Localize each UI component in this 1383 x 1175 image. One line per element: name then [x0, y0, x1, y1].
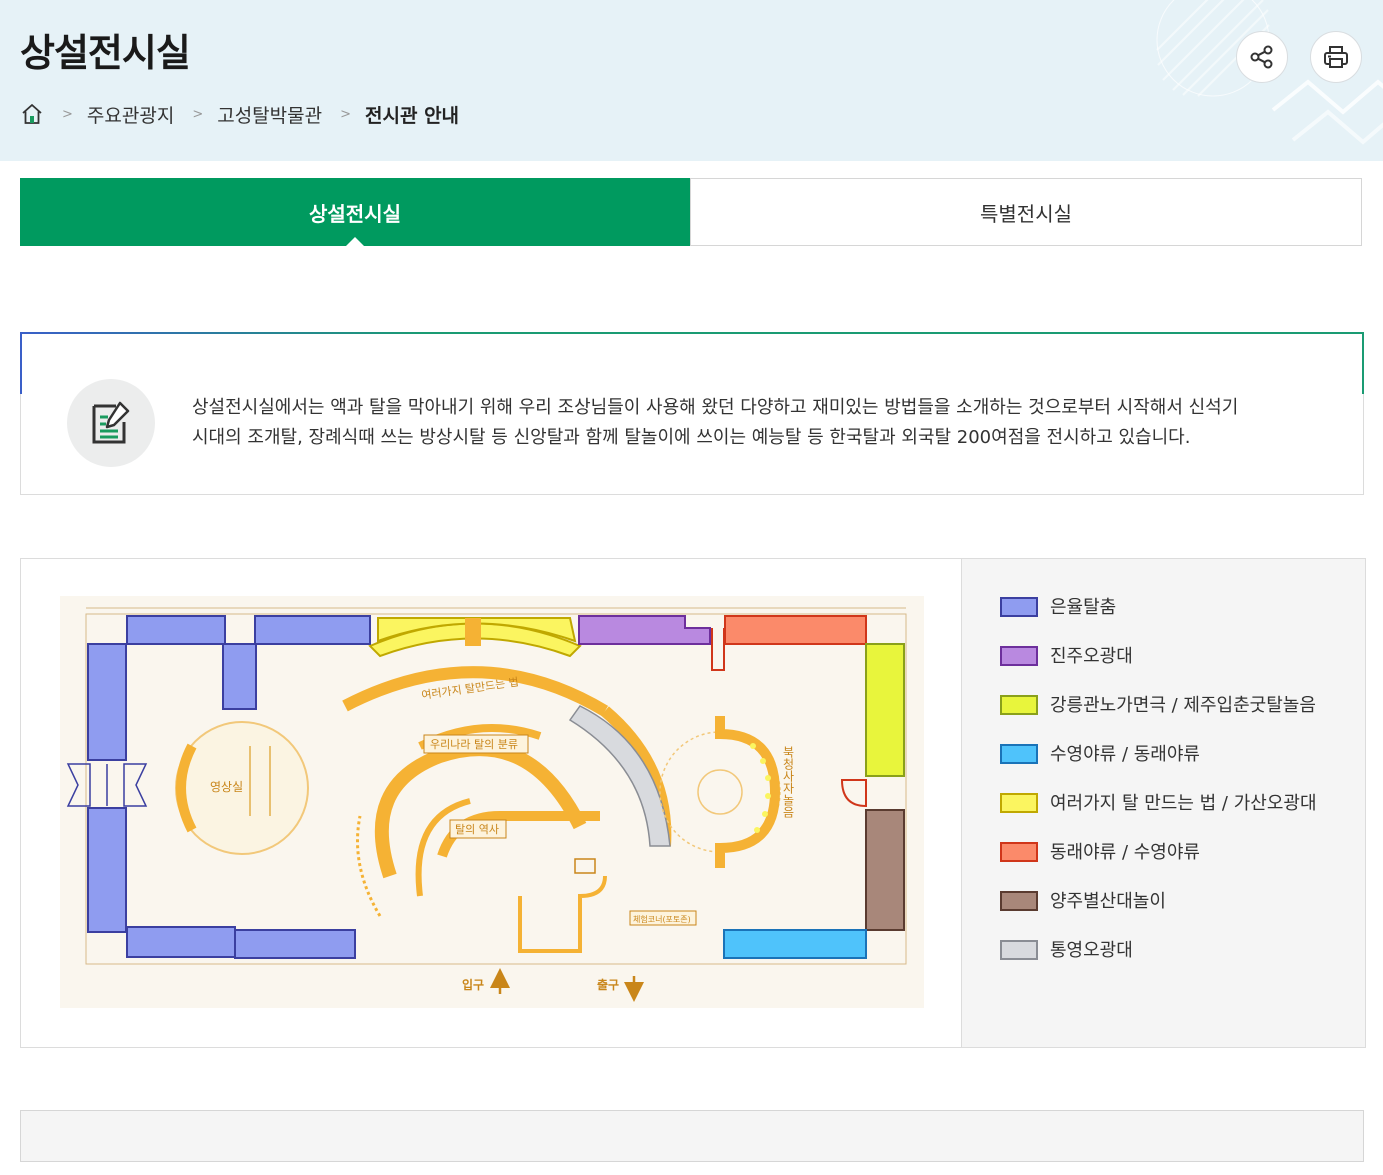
breadcrumb-item-current: 전시관 안내	[365, 104, 460, 127]
legend-swatch	[1000, 940, 1038, 960]
floorplan-legend: 은율탈춤진주오광대강릉관노가면극 / 제주입춘굿탈놀음수영야류 / 동래야류여러…	[961, 559, 1365, 1047]
page-title: 상설전시실	[20, 31, 191, 75]
legend-item: 동래야류 / 수영야류	[1000, 842, 1317, 891]
legend-item: 양주별산대놀이	[1000, 891, 1317, 940]
share-button[interactable]	[1236, 31, 1288, 83]
share-icon	[1250, 45, 1273, 69]
intro-top-border	[20, 332, 1364, 334]
legend-swatch	[1000, 744, 1038, 764]
document-edit-icon	[92, 401, 130, 444]
floorplan-svg: 영상실 북청사자놀음 여러가지 탈만드는 법 우리나라 탈의 분류 탈의 역사 …	[60, 596, 924, 1008]
zone-suyeong	[723, 929, 867, 959]
legend-swatch	[1000, 793, 1038, 813]
legend-swatch	[1000, 597, 1038, 617]
breadcrumb-item-museum[interactable]: 고성탈박물관	[217, 101, 322, 128]
legend-label: 동래야류 / 수영야류	[1050, 842, 1200, 863]
legend-label: 진주오광대	[1050, 646, 1133, 667]
intro-left-accent	[20, 332, 22, 394]
label-play-area: 북청사자놀음	[781, 746, 795, 818]
zone-gangneung	[865, 643, 905, 777]
zone-yangju	[865, 809, 905, 931]
label-exit: 출구	[597, 977, 619, 992]
tab-special-exhibition[interactable]: 특별전시실	[690, 178, 1362, 246]
print-icon	[1324, 46, 1348, 68]
breadcrumb-item-tourist-sites[interactable]: 주요관광지	[87, 101, 174, 128]
intro-text-line-2: 시대의 조개탈, 장례식때 쓰는 방상시탈 등 신앙탈과 함께 탈놀이에 쓰이는…	[192, 427, 1191, 448]
legend-item: 여러가지 탈 만드는 법 / 가산오광대	[1000, 793, 1317, 842]
legend-swatch	[1000, 695, 1038, 715]
intro-description: 상설전시실에서는 액과 탈을 막아내기 위해 우리 조상님들이 사용해 왔던 다…	[192, 393, 1322, 453]
legend-item: 수영야류 / 동래야류	[1000, 744, 1317, 793]
label-entrance: 입구	[462, 978, 484, 992]
legend-label: 양주별산대놀이	[1050, 891, 1166, 912]
legend-label: 통영오광대	[1050, 940, 1133, 961]
legend-item: 강릉관노가면극 / 제주입춘굿탈놀음	[1000, 695, 1317, 744]
legend-label: 강릉관노가면극 / 제주입춘굿탈놀음	[1050, 695, 1316, 716]
chevron-right-icon: >	[192, 106, 204, 122]
home-icon[interactable]	[20, 102, 44, 126]
print-button[interactable]	[1310, 31, 1362, 83]
legend-item: 은율탈춤	[1000, 597, 1317, 646]
intro-box: 상설전시실에서는 액과 탈을 막아내기 위해 우리 조상님들이 사용해 왔던 다…	[20, 332, 1364, 495]
video-room: 영상실	[175, 721, 309, 855]
legend-item: 통영오광대	[1000, 940, 1317, 989]
exhibition-tabs: 상설전시실 특별전시실	[20, 178, 1362, 246]
floorplan-panel: 영상실 북청사자놀음 여러가지 탈만드는 법 우리나라 탈의 분류 탈의 역사 …	[20, 558, 1366, 1048]
legend-item: 진주오광대	[1000, 646, 1317, 695]
zone-dongnae	[724, 615, 867, 645]
legend-label: 수영야류 / 동래야류	[1050, 744, 1200, 765]
breadcrumb: > 주요관광지 > 고성탈박물관 > 전시관 안내	[20, 100, 459, 128]
legend-list: 은율탈춤진주오광대강릉관노가면극 / 제주입춘굿탈놀음수영야류 / 동래야류여러…	[1000, 597, 1317, 989]
label-classification: 우리나라 탈의 분류	[430, 738, 518, 751]
intro-icon-circle	[67, 379, 155, 467]
chevron-right-icon: >	[340, 106, 352, 122]
legend-label: 은율탈춤	[1050, 597, 1117, 618]
page-header: 상설전시실 > 주요관광지 > 고성탈박물관 > 전시관 안내	[0, 0, 1383, 161]
legend-swatch	[1000, 842, 1038, 862]
legend-swatch	[1000, 891, 1038, 911]
legend-label: 여러가지 탈 만드는 법 / 가산오광대	[1050, 793, 1317, 814]
bottom-info-box	[20, 1110, 1364, 1162]
floorplan-map: 영상실 북청사자놀음 여러가지 탈만드는 법 우리나라 탈의 분류 탈의 역사 …	[60, 596, 924, 1008]
label-experience: 체험코너(포토존)	[633, 914, 691, 924]
intro-text-line-1: 상설전시실에서는 액과 탈을 막아내기 위해 우리 조상님들이 사용해 왔던 다…	[192, 397, 1239, 418]
tab-permanent-exhibition[interactable]: 상설전시실	[20, 178, 690, 246]
chevron-right-icon: >	[62, 106, 73, 122]
label-history: 탈의 역사	[455, 823, 499, 836]
label-video-room: 영상실	[210, 780, 243, 794]
legend-swatch	[1000, 646, 1038, 666]
intro-right-accent	[1362, 332, 1364, 394]
